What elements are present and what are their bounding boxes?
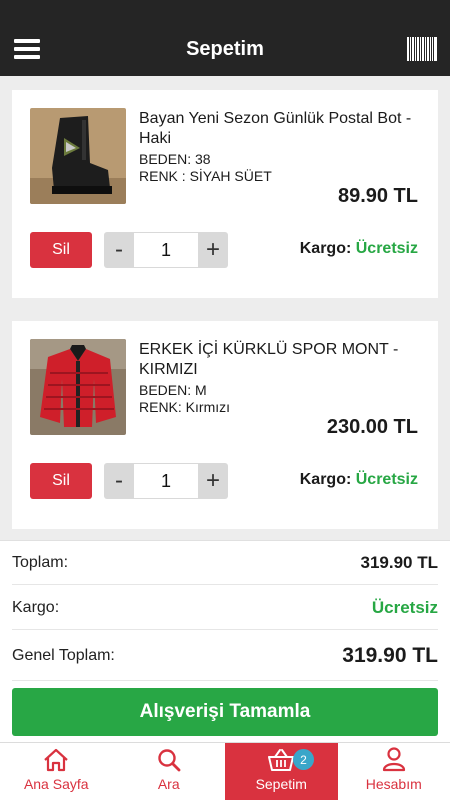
tab-cart[interactable]: Sepetim 2 [225, 743, 338, 800]
menu-icon[interactable] [14, 39, 40, 59]
cart-count-badge: 2 [293, 749, 314, 770]
subtotal-label: Toplam: [12, 553, 69, 571]
page-title: Sepetim [186, 37, 264, 60]
shipping-value: Ücretsiz [355, 471, 418, 488]
shipping-label: Kargo: [299, 471, 352, 488]
product-price: 89.90 TL [337, 185, 418, 207]
shipping-summary-value: Ücretsiz [371, 597, 438, 617]
bottom-tab-bar: Ana Sayfa Ara Sepetim 2 Hesabım [0, 742, 450, 800]
product-color: RENK: Kırmızı [139, 399, 231, 415]
home-icon [44, 748, 68, 772]
quantity-stepper: - 1 + [104, 463, 228, 499]
remove-button[interactable]: Sil [30, 232, 92, 268]
cart-item: ERKEK İÇİ KÜRKLÜ SPOR MONT - KIRMIZI BED… [12, 321, 438, 529]
basket-icon [268, 749, 295, 771]
product-image-jacket[interactable] [30, 339, 126, 435]
product-name[interactable]: ERKEK İÇİ KÜRKLÜ SPOR MONT - KIRMIZI [139, 340, 425, 380]
status-bar [0, 0, 450, 22]
grand-total-label: Genel Toplam: [12, 646, 115, 664]
shipping-info: Kargo: Ücretsiz [300, 471, 418, 489]
shipping-value: Ücretsiz [355, 240, 418, 257]
quantity-input[interactable]: 1 [134, 233, 198, 267]
tab-home-label: Ana Sayfa [23, 776, 89, 792]
shipping-info: Kargo: Ücretsiz [300, 240, 418, 258]
grand-total-row: Genel Toplam: 319.90 TL [12, 631, 438, 681]
product-color: RENK : SİYAH SÜET [139, 168, 272, 184]
subtotal-row: Toplam: 319.90 TL [12, 541, 438, 585]
user-icon [382, 747, 405, 772]
cart-list: Bayan Yeni Sezon Günlük Postal Bot -Haki… [0, 76, 450, 540]
product-price: 230.00 TL [326, 416, 418, 438]
shipping-row: Kargo: Ücretsiz [12, 586, 438, 630]
remove-button[interactable]: Sil [30, 463, 92, 499]
decrease-button[interactable]: - [104, 463, 134, 499]
quantity-input[interactable]: 1 [134, 464, 198, 498]
product-name[interactable]: Bayan Yeni Sezon Günlük Postal Bot -Haki [139, 109, 425, 149]
decrease-button[interactable]: - [104, 232, 134, 268]
quantity-stepper: - 1 + [104, 232, 228, 268]
product-size: BEDEN: 38 [139, 151, 211, 167]
tab-search-label: Ara [157, 776, 180, 792]
product-image-boot[interactable] [30, 108, 126, 204]
tab-account[interactable]: Hesabım [338, 743, 450, 800]
app-header: Sepetim [0, 22, 450, 76]
tab-account-label: Hesabım [365, 776, 422, 792]
checkout-button[interactable]: Alışverişi Tamamla [12, 688, 438, 736]
tab-search[interactable]: Ara [113, 743, 226, 800]
tab-cart-label: Sepetim [255, 776, 307, 792]
increase-button[interactable]: + [198, 463, 228, 499]
product-size: BEDEN: M [139, 382, 207, 398]
grand-total-value: 319.90 TL [342, 643, 438, 667]
order-summary: Toplam: 319.90 TL Kargo: Ücretsiz Genel … [0, 540, 450, 742]
increase-button[interactable]: + [198, 232, 228, 268]
subtotal-value: 319.90 TL [360, 552, 439, 572]
tab-home[interactable]: Ana Sayfa [0, 743, 113, 800]
shipping-summary-label: Kargo: [12, 598, 60, 616]
search-icon [158, 749, 181, 772]
shipping-label: Kargo: [299, 240, 352, 257]
barcode-icon[interactable] [407, 37, 438, 61]
cart-item: Bayan Yeni Sezon Günlük Postal Bot -Haki… [12, 90, 438, 298]
